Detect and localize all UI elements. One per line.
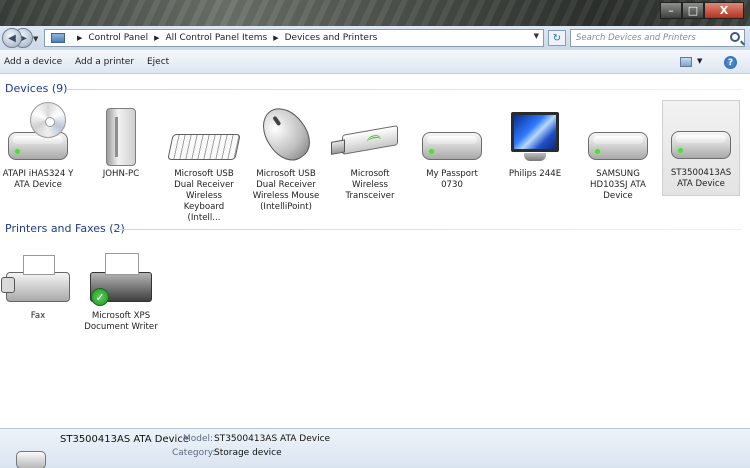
change-view-icon[interactable]	[680, 57, 692, 67]
devices-group-header[interactable]: Devices (9)	[5, 82, 67, 95]
hard-drive-icon	[414, 102, 490, 166]
group-divider	[113, 229, 742, 230]
search-input[interactable]: Search Devices and Printers	[570, 29, 745, 47]
recent-pages-dropdown[interactable]: ▼	[33, 35, 38, 43]
hard-drive-icon	[663, 101, 739, 165]
add-device-button[interactable]: Add a device	[4, 57, 62, 67]
search-icon[interactable]	[730, 32, 740, 42]
device-tile-mouse[interactable]: Microsoft USB Dual Receiver Wireless Mou…	[248, 99, 324, 213]
device-label: ATAPI iHAS324 Y ATA Device	[2, 169, 74, 190]
breadcrumb: ▶ Control Panel ▶ All Control Panel Item…	[71, 33, 377, 43]
group-divider	[66, 89, 742, 90]
device-label: Microsoft Wireless Transceiver	[345, 169, 395, 201]
fax-icon	[0, 244, 76, 308]
computer-tower-icon	[83, 102, 159, 166]
printers-group-header[interactable]: Printers and Faxes (2)	[5, 222, 125, 235]
device-tile-st3500413as[interactable]: ST3500413AS ATA Device	[662, 100, 740, 196]
printer-label: Microsoft XPS Document Writer	[84, 311, 158, 332]
optical-drive-icon	[0, 102, 76, 166]
default-printer-check-icon: ✓	[91, 288, 109, 306]
device-label: SAMSUNG HD103SJ ATA Device	[590, 169, 646, 201]
close-button[interactable]: X	[704, 2, 744, 19]
devices-view: Devices (9) ATAPI iHAS324 Y ATA Device J…	[0, 74, 750, 428]
hard-drive-icon	[580, 102, 656, 166]
refresh-button[interactable]: ↻	[548, 30, 566, 46]
address-dropdown-icon[interactable]: ▼	[534, 32, 539, 40]
device-tile-my-passport[interactable]: My Passport 0730	[414, 102, 490, 191]
refresh-icon: ↻	[552, 32, 562, 44]
eject-button[interactable]: Eject	[147, 57, 169, 67]
command-bar: Add a device Add a printer Eject ▼ ?	[0, 50, 750, 74]
maximize-button[interactable]: □	[682, 2, 704, 19]
hard-drive-icon	[16, 451, 46, 468]
printer-label: Fax	[30, 311, 46, 321]
details-device-name: ST3500413AS ATA Device	[60, 434, 189, 445]
device-tile-john-pc[interactable]: JOHN-PC	[83, 102, 159, 180]
device-label: JOHN-PC	[102, 169, 140, 179]
address-bar[interactable]: ▶ Control Panel ▶ All Control Panel Item…	[44, 29, 544, 47]
printer-tile-fax[interactable]: Fax	[0, 244, 76, 322]
device-tile-atapi[interactable]: ATAPI iHAS324 Y ATA Device	[0, 102, 76, 191]
minimize-button[interactable]: –	[660, 2, 682, 19]
device-tile-keyboard[interactable]: Microsoft USB Dual Receiver Wireless Key…	[166, 102, 242, 224]
add-printer-button[interactable]: Add a printer	[75, 57, 134, 67]
usb-transceiver-icon	[332, 102, 408, 166]
arrow-left-icon: ◀	[8, 32, 16, 44]
device-label: Microsoft USB Dual Receiver Wireless Mou…	[252, 169, 320, 212]
device-label: Microsoft USB Dual Receiver Wireless Key…	[174, 169, 234, 223]
help-button[interactable]: ?	[724, 56, 737, 69]
breadcrumb-devices-printers[interactable]: Devices and Printers	[285, 33, 378, 43]
monitor-icon	[497, 102, 573, 166]
device-label: ST3500413AS ATA Device	[670, 168, 732, 189]
details-category-value: Storage device	[214, 448, 282, 458]
chevron-right-icon[interactable]: ▶	[77, 34, 82, 42]
device-label: My Passport 0730	[426, 169, 478, 190]
device-tile-philips[interactable]: Philips 244E	[497, 102, 573, 180]
details-model-value: ST3500413AS ATA Device	[214, 434, 331, 444]
details-pane: ST3500413AS ATA Device Model: ST3500413A…	[0, 428, 750, 468]
view-options-dropdown-icon[interactable]: ▼	[697, 57, 702, 65]
title-bar: – □ X	[0, 0, 750, 26]
device-tile-samsung[interactable]: SAMSUNG HD103SJ ATA Device	[580, 102, 656, 202]
breadcrumb-control-panel[interactable]: Control Panel	[88, 33, 148, 43]
title-bar-background	[0, 0, 750, 26]
breadcrumb-all-items[interactable]: All Control Panel Items	[165, 33, 267, 43]
chevron-right-icon[interactable]: ▶	[273, 34, 278, 42]
mouse-icon	[248, 99, 324, 169]
keyboard-icon	[166, 102, 242, 166]
control-panel-folder-icon	[51, 33, 65, 43]
device-tile-transceiver[interactable]: Microsoft Wireless Transceiver	[332, 102, 408, 202]
device-label: Philips 244E	[508, 169, 562, 179]
details-model-key: Model:	[183, 434, 214, 444]
search-placeholder: Search Devices and Printers	[576, 33, 696, 43]
address-row: ▶ ◀ ▼ ▶ Control Panel ▶ All Control Pane…	[0, 26, 750, 50]
printer-tile-xps-writer[interactable]: ✓ Microsoft XPS Document Writer	[83, 244, 159, 333]
chevron-right-icon[interactable]: ▶	[154, 34, 159, 42]
back-button[interactable]: ◀	[2, 28, 22, 48]
details-category-key: Category:	[172, 448, 216, 458]
window-controls: – □ X	[660, 2, 744, 19]
printer-icon: ✓	[83, 244, 159, 308]
